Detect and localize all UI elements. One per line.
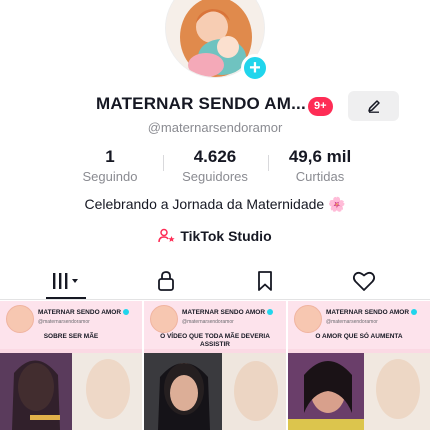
thumbnail-channel-name: MATERNAR SENDO AMOR — [182, 309, 274, 316]
thumbnail-header: MATERNAR SENDO AMOR @maternarsendoramor … — [0, 301, 142, 349]
thumbnail-channel-name: MATERNAR SENDO AMOR — [38, 309, 130, 316]
thumbnail-handle: @maternarsendoramor — [182, 319, 234, 325]
thumbnail-header: MATERNAR SENDO AMOR @maternarsendoramor … — [288, 301, 430, 349]
stat-divider — [163, 155, 164, 171]
edit-profile-button[interactable] — [348, 91, 399, 121]
tab-liked[interactable] — [310, 262, 417, 300]
stat-divider — [268, 155, 269, 171]
active-tab-indicator — [46, 297, 86, 299]
thumbnail-header: MATERNAR SENDO AMOR @maternarsendoramor … — [144, 301, 286, 349]
channel-logo — [6, 305, 34, 333]
thumbnail-image — [288, 353, 430, 430]
tab-private[interactable] — [112, 262, 219, 300]
stat-following-label: Seguindo — [82, 169, 138, 184]
video-grid: MATERNAR SENDO AMOR @maternarsendoramor … — [0, 300, 430, 430]
profile-avatar-container: + — [165, 0, 269, 82]
profile-name: MATERNAR SENDO AM... — [96, 94, 306, 113]
tab-saved[interactable] — [211, 262, 318, 300]
video-thumbnail[interactable]: MATERNAR SENDO AMOR @maternarsendoramor … — [288, 301, 430, 430]
stat-following-value: 1 — [105, 147, 115, 166]
thumbnail-channel-text: MATERNAR SENDO AMOR — [182, 309, 266, 316]
pencil-icon — [367, 100, 380, 113]
stat-followers[interactable]: 4.626 Seguidores — [170, 147, 260, 184]
stat-following[interactable]: 1 Seguindo — [70, 147, 150, 184]
thumbnail-photo — [0, 353, 142, 430]
stat-likes-value: 49,6 mil — [288, 147, 352, 166]
thumbnail-image — [0, 353, 142, 430]
thumbnail-image — [144, 353, 286, 430]
video-thumbnail[interactable]: MATERNAR SENDO AMOR @maternarsendoramor … — [0, 301, 142, 430]
videos-grid-icon — [52, 273, 78, 289]
profile-handle: @maternarsendoramor — [147, 120, 283, 135]
thumbnail-title: SOBRE SER MÃE — [43, 333, 99, 340]
verified-icon — [123, 309, 130, 316]
thumbnail-title: O VÍDEO QUE TODA MÃE DEVERIA ASSISTIR — [160, 333, 270, 348]
thumbnail-photo — [144, 353, 286, 430]
tiktok-studio-label: TikTok Studio — [180, 228, 272, 244]
stat-likes-label: Curtidas — [295, 169, 345, 184]
verified-icon — [411, 309, 418, 316]
stat-followers-label: Seguidores — [182, 169, 248, 184]
verified-icon — [267, 309, 274, 316]
tab-videos[interactable] — [12, 262, 119, 300]
thumbnail-channel-name: MATERNAR SENDO AMOR — [326, 309, 418, 316]
tiktok-studio-link[interactable]: TikTok Studio — [0, 228, 430, 244]
thumbnail-channel-text: MATERNAR SENDO AMOR — [326, 309, 410, 316]
stat-likes[interactable]: 49,6 mil Curtidas — [275, 147, 365, 184]
bookmark-icon — [257, 271, 272, 291]
thumbnail-handle: @maternarsendoramor — [38, 319, 90, 325]
thumbnail-handle: @maternarsendoramor — [326, 319, 378, 325]
profile-name-row: MATERNAR SENDO AM... 9+ — [0, 91, 430, 121]
notification-badge[interactable]: 9+ — [308, 97, 333, 116]
lock-icon — [157, 271, 174, 291]
profile-bio: Celebrando a Jornada da Maternidade 🌸 — [84, 196, 346, 212]
thumbnail-title: O AMOR QUE SÓ AUMENTA — [315, 333, 403, 340]
thumbnail-channel-text: MATERNAR SENDO AMOR — [38, 309, 122, 316]
profile-stats: 1 Seguindo 4.626 Seguidores 49,6 mil Cur… — [0, 147, 430, 187]
profile-tabs — [0, 262, 430, 300]
thumbnail-photo — [288, 353, 430, 430]
heart-icon — [352, 272, 375, 291]
person-star-icon — [158, 228, 175, 243]
add-profile-photo-button[interactable]: + — [241, 54, 269, 82]
video-thumbnail[interactable]: MATERNAR SENDO AMOR @maternarsendoramor … — [144, 301, 286, 430]
plus-icon: + — [249, 57, 261, 79]
channel-logo — [294, 305, 322, 333]
stat-followers-value: 4.626 — [193, 147, 237, 166]
channel-logo — [150, 305, 178, 333]
